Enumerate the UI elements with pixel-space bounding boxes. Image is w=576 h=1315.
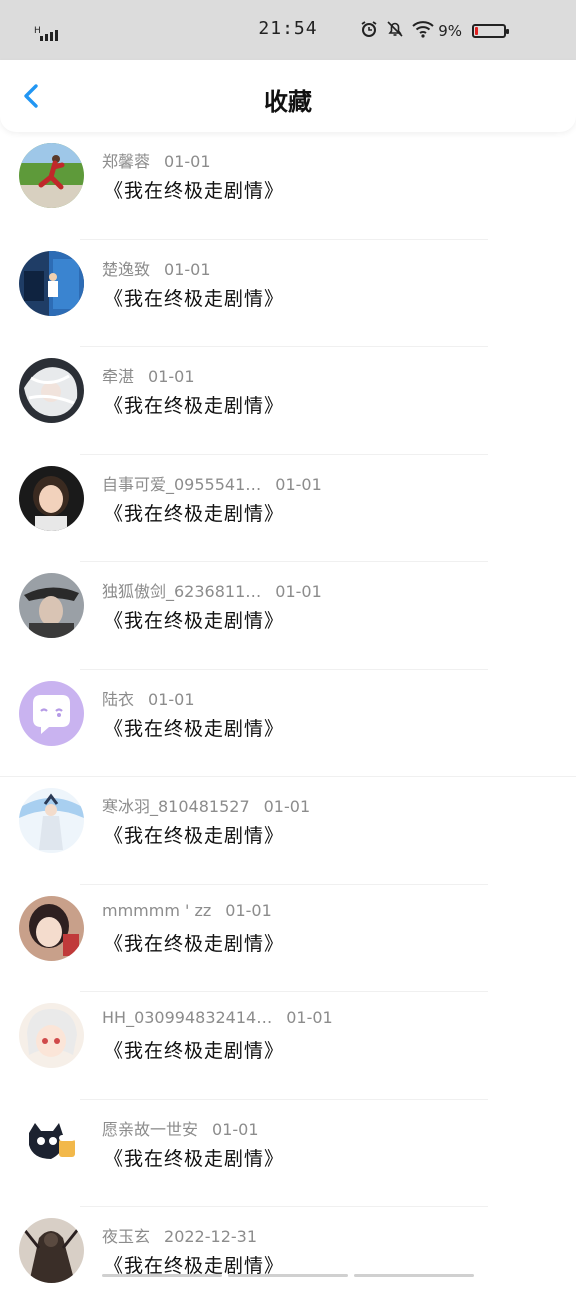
avatar [19, 788, 84, 853]
username: 楚逸致 [102, 259, 151, 279]
list-item[interactable]: 自事可爱_0955541… 01-01 《我在终极走剧情》 [0, 455, 576, 562]
list-item[interactable]: 寒冰羽_810481527 01-01 《我在终极走剧情》 [0, 777, 576, 885]
item-title: 《我在终极走剧情》 [104, 1147, 285, 1170]
list-item[interactable]: 陆衣 01-01 《我在终极走剧情》 [0, 670, 576, 777]
username: mmmmm ' zz [102, 900, 212, 920]
avatar [19, 1110, 84, 1176]
avatar [19, 1003, 84, 1068]
mute-icon [387, 21, 403, 37]
date: 01-01 [263, 797, 311, 816]
alarm-icon [361, 21, 377, 37]
date: 01-01 [164, 259, 211, 279]
battery-level-fill [475, 27, 478, 35]
date: 2022-12-31 [164, 1227, 257, 1246]
username: 郑馨蓉 [102, 152, 151, 171]
wifi-icon [412, 21, 434, 38]
date: 01-01 [275, 474, 322, 494]
avatar [19, 465, 84, 531]
list-item[interactable]: 楚逸致 01-01 《我在终极走剧情》 [0, 240, 576, 347]
status-icons [360, 20, 434, 38]
avatar [19, 143, 84, 208]
username: 自事可爱_0955541… [102, 474, 262, 494]
username: 愿亲故一世安 [102, 1119, 199, 1139]
date: 01-01 [212, 1119, 259, 1139]
battery-percent: 9% [438, 22, 462, 40]
username: 寒冰羽_810481527 [102, 797, 250, 816]
list-item[interactable]: mmmmm ' zz 01-01 《我在终极走剧情》 [0, 885, 576, 992]
date: 01-01 [225, 900, 272, 920]
item-title: 《我在终极走剧情》 [104, 287, 285, 310]
item-title: 《我在终极走剧情》 [104, 502, 285, 525]
page-title: 收藏 [264, 88, 312, 116]
avatar [19, 895, 84, 961]
list-item[interactable]: 愿亲故一世安 01-01 《我在终极走剧情》 [0, 1100, 576, 1207]
item-title: 《我在终极走剧情》 [104, 610, 285, 632]
username: 陆衣 [102, 689, 135, 709]
item-title: 《我在终极走剧情》 [104, 825, 285, 847]
avatar [19, 680, 84, 746]
avatar [19, 358, 84, 423]
date: 01-01 [148, 367, 195, 386]
username: 独狐傲剑_6236811… [102, 582, 262, 601]
date: 01-01 [164, 152, 211, 171]
item-title: 《我在终极走剧情》 [104, 932, 285, 955]
list-item[interactable]: 独狐傲剑_6236811… 01-01 《我在终极走剧情》 [0, 562, 576, 670]
username: 夜玉玄 [102, 1227, 151, 1246]
item-title: 《我在终极走剧情》 [104, 717, 285, 740]
header-bar: 收藏 [0, 60, 576, 132]
battery-icon [472, 24, 509, 38]
item-title: 《我在终极走剧情》 [104, 395, 285, 417]
item-title: 《我在终极走剧情》 [104, 1040, 285, 1062]
list-item[interactable]: 郑馨蓉 01-01 《我在终极走剧情》 [0, 132, 576, 240]
favorites-list: 郑馨蓉 01-01 《我在终极走剧情》 楚逸致 01-01 《我在终极走剧情》 牵湛… [0, 132, 576, 1315]
date: 01-01 [275, 582, 322, 601]
username: 牵湛 [102, 367, 135, 386]
avatar [19, 250, 84, 316]
date: 01-01 [286, 1008, 333, 1027]
list-item[interactable]: 夜玉玄 2022-12-31 《我在终极走剧情》 [0, 1207, 576, 1315]
status-bar: H 21:54 9% [0, 0, 576, 60]
list-item[interactable]: 牵湛 01-01 《我在终极走剧情》 [0, 347, 576, 455]
list-item[interactable]: HH_030994832414… 01-01 《我在终极走剧情》 [0, 992, 576, 1100]
date: 01-01 [148, 689, 195, 709]
item-title: 《我在终极走剧情》 [104, 180, 285, 202]
username: HH_030994832414… [102, 1008, 273, 1027]
home-indicator [0, 1274, 576, 1278]
avatar [19, 573, 84, 638]
